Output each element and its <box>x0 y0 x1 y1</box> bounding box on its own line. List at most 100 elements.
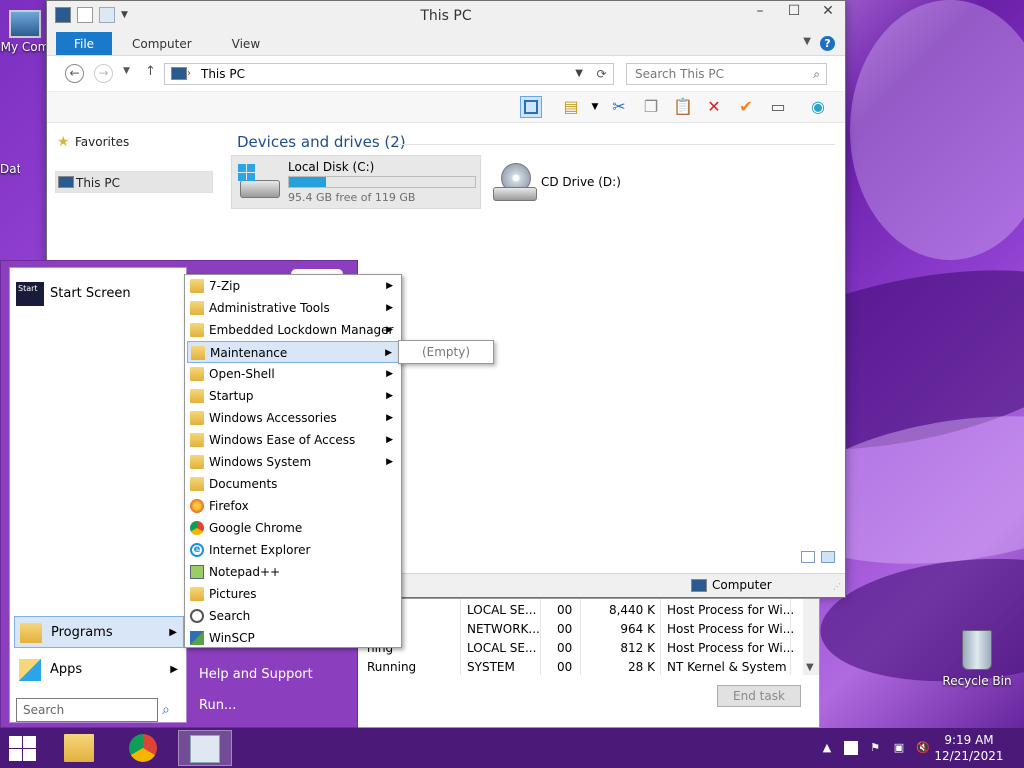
help-and-support-link[interactable]: Help and Support <box>199 667 313 682</box>
file-explorer-icon <box>64 734 94 762</box>
title-bar[interactable]: ▼ This PC – ☐ ✕ <box>47 1 845 32</box>
program-menu-item[interactable]: WinSCP <box>187 627 399 649</box>
apps-item[interactable]: Apps ▶ <box>14 654 184 686</box>
desktop-icon-partial[interactable]: Dat <box>0 162 20 176</box>
clock[interactable]: 9:19 AM 12/21/2021 <box>934 732 1004 764</box>
search-placeholder: Search This PC <box>635 67 724 81</box>
large-icons-view-icon[interactable] <box>821 551 835 563</box>
expand-ribbon-icon[interactable]: ▼ <box>803 36 811 47</box>
start-search-input[interactable]: Search <box>16 698 158 722</box>
tab-view[interactable]: View <box>212 32 280 55</box>
chevron-right-icon: ▶ <box>386 391 393 401</box>
program-menu-item[interactable]: Documents <box>187 473 399 495</box>
recent-locations-icon[interactable]: ▼ <box>123 66 130 76</box>
program-menu-label: Google Chrome <box>209 521 303 535</box>
program-menu-item[interactable]: Administrative Tools ▶ <box>187 297 399 319</box>
address-field[interactable]: › This PC ▼ <box>164 63 614 85</box>
chevron-right-icon: ▶ <box>386 369 393 379</box>
process-cpu: 00 <box>557 641 573 655</box>
layout-pane-icon[interactable] <box>520 96 542 118</box>
process-row[interactable]: ningLOCAL SE...008,440 KHost Process for… <box>357 603 805 622</box>
program-menu-item[interactable]: Embedded Lockdown Manager ▶ <box>187 319 399 341</box>
folder-options-icon[interactable]: ▤ <box>560 96 582 118</box>
refresh-button[interactable]: ⟳ <box>590 63 614 85</box>
section-divider <box>395 144 835 145</box>
process-row[interactable]: ningNETWORK...00964 KHost Process for Wi… <box>357 622 805 641</box>
process-desc: Host Process for Wi... <box>667 641 795 655</box>
taskbar-file-explorer[interactable] <box>52 730 106 766</box>
address-text: This PC <box>201 67 245 81</box>
process-cpu: 00 <box>557 622 573 636</box>
windows-logo-icon <box>23 749 36 761</box>
end-task-button[interactable]: End task <box>717 685 801 707</box>
search-icon[interactable]: ⌕ <box>162 702 170 718</box>
flag-error-icon[interactable]: ⚑ <box>868 741 882 755</box>
process-row[interactable]: Running SYSTEM 00 28 K NT Kernel & System <box>357 660 805 679</box>
action-center-icon[interactable] <box>844 741 858 755</box>
program-menu-item[interactable]: Windows Accessories ▶ <box>187 407 399 429</box>
start-screen-icon: Start <box>16 282 44 306</box>
program-menu-label: Pictures <box>209 587 257 601</box>
process-row[interactable]: ning LOCAL SE... 00 812 K Host Process for W… <box>357 641 805 660</box>
desktop-icon-recycle-bin[interactable]: Recycle Bin <box>940 630 1014 688</box>
folder-icon <box>190 587 204 601</box>
program-menu-item[interactable]: Open-Shell ▶ <box>187 363 399 385</box>
desktop-icon-my-computer[interactable]: My Com <box>0 6 50 54</box>
drive-name: CD Drive (D:) <box>541 175 621 189</box>
programs-label: Programs <box>51 625 113 640</box>
chevron-right-icon: ▶ <box>386 281 393 291</box>
search-input[interactable]: Search This PC ⌕ <box>626 63 827 85</box>
start-screen-item[interactable]: Start Start Screen <box>14 278 184 310</box>
tab-computer[interactable]: Computer <box>112 32 212 55</box>
drive-item-d[interactable]: CD Drive (D:) <box>487 155 687 209</box>
globe-icon[interactable]: ◉ <box>807 96 829 118</box>
chevron-down-icon[interactable]: ▼ <box>575 64 583 84</box>
close-button[interactable]: ✕ <box>811 1 845 23</box>
cut-icon[interactable]: ✂ <box>608 96 630 118</box>
start-menu-left-pane: Start Start Screen Programs ▶ Apps ▶ Sea… <box>9 267 187 723</box>
program-menu-item[interactable]: Startup ▶ <box>187 385 399 407</box>
paste-icon[interactable]: 📋 <box>672 96 694 118</box>
show-hidden-icons-icon[interactable]: ▲ <box>820 741 834 755</box>
nav-item-favorites[interactable]: ★ Favorites <box>55 131 215 153</box>
program-menu-item[interactable]: Windows Ease of Access ▶ <box>187 429 399 451</box>
vertical-scrollbar[interactable]: ▼ <box>803 599 819 675</box>
program-menu-item[interactable]: Google Chrome <box>187 517 399 539</box>
back-button[interactable]: ← <box>65 64 84 83</box>
process-user: NETWORK... <box>467 622 540 636</box>
program-menu-item[interactable]: Notepad++ <box>187 561 399 583</box>
delete-icon[interactable]: ✕ <box>703 96 725 118</box>
program-menu-item[interactable]: 7-Zip ▶ <box>187 275 399 297</box>
volume-muted-icon[interactable]: 🔇 <box>916 741 930 755</box>
program-menu-item[interactable]: e Internet Explorer <box>187 539 399 561</box>
copy-icon[interactable]: ❐ <box>640 96 662 118</box>
program-menu-item[interactable]: Search <box>187 605 399 627</box>
taskbar-chrome[interactable] <box>116 730 170 766</box>
maximize-button[interactable]: ☐ <box>777 1 811 23</box>
help-icon[interactable]: ? <box>820 36 835 51</box>
chevron-down-icon[interactable]: ▼ <box>584 96 606 118</box>
resize-grip-icon[interactable]: ⋰ <box>833 582 841 591</box>
computer-icon <box>9 10 41 38</box>
tab-file[interactable]: File <box>56 32 112 55</box>
chevron-down-icon[interactable]: ▼ <box>806 662 814 673</box>
taskbar-task-manager[interactable] <box>178 730 232 766</box>
programs-item[interactable]: Programs ▶ <box>14 616 184 648</box>
drive-item-c[interactable]: Local Disk (C:) 95.4 GB free of 119 GB <box>231 155 481 209</box>
program-menu-item[interactable]: Pictures <box>187 583 399 605</box>
details-view-icon[interactable] <box>801 551 815 563</box>
program-menu-label: Embedded Lockdown Manager <box>209 323 394 337</box>
network-icon[interactable]: ▣ <box>892 741 906 755</box>
search-icon: ⌕ <box>813 67 820 81</box>
minimize-button[interactable]: – <box>743 1 777 23</box>
checkmark-icon[interactable]: ✔ <box>735 96 757 118</box>
program-menu-item[interactable]: Maintenance ▶ <box>187 341 399 363</box>
program-menu-item[interactable]: Windows System ▶ <box>187 451 399 473</box>
program-menu-item[interactable]: Firefox <box>187 495 399 517</box>
nav-item-this-pc[interactable]: This PC <box>55 171 213 193</box>
rename-icon[interactable]: ▭ <box>767 96 789 118</box>
up-arrow-icon[interactable]: ↑ <box>145 64 156 79</box>
run-link[interactable]: Run... <box>199 698 236 713</box>
forward-button[interactable]: → <box>94 64 113 83</box>
start-button[interactable] <box>6 734 38 762</box>
